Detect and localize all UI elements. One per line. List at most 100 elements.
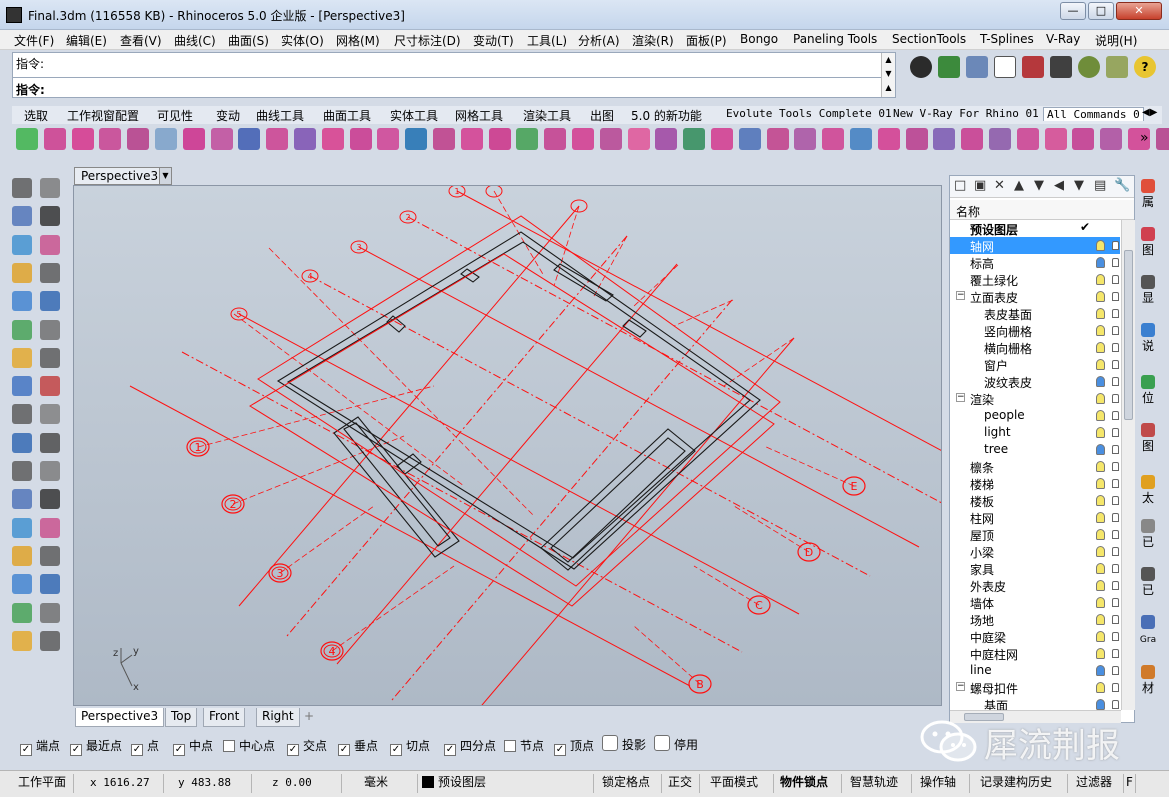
lock-icon[interactable] <box>1112 700 1119 709</box>
toolbar-command-icon[interactable] <box>238 128 261 150</box>
toolbar-tab-11[interactable]: Evolute Tools Complete 01 <box>726 107 892 120</box>
light-bulb-icon[interactable] <box>1096 376 1105 387</box>
side-tab[interactable]: 说 <box>1136 323 1160 353</box>
collapse-icon[interactable]: − <box>956 682 965 691</box>
render-icon[interactable] <box>1078 56 1100 78</box>
side-tab[interactable]: 显 <box>1136 275 1160 305</box>
light-bulb-icon[interactable] <box>1096 274 1105 285</box>
snap-checkbox[interactable]: ✓ <box>173 744 185 756</box>
snap-toggle[interactable]: 投影 <box>602 735 646 753</box>
point-on-icon[interactable] <box>12 489 32 510</box>
move-up-icon[interactable]: ▲ <box>1014 178 1024 193</box>
toolbar-tab-13[interactable]: All Commands 0 <box>1043 107 1144 121</box>
light-bulb-icon[interactable] <box>1096 699 1105 710</box>
snap-option[interactable]: ✓ 顶点 <box>554 737 594 756</box>
collapse-icon[interactable]: − <box>956 393 965 402</box>
curve-icon[interactable] <box>40 206 60 227</box>
snap-checkbox[interactable]: ✓ <box>131 744 143 756</box>
delete-layer-icon[interactable]: ✕ <box>994 178 1005 193</box>
light-bulb-icon[interactable] <box>1096 342 1105 353</box>
toolbar-command-icon[interactable] <box>1155 128 1169 150</box>
command-scrollbar[interactable]: ▲ ▼ ▲ <box>881 53 895 97</box>
lock-icon[interactable] <box>1112 445 1119 454</box>
menu-item-7[interactable]: 尺寸标注(D) <box>394 32 461 49</box>
toggle-checkbox[interactable] <box>654 735 670 751</box>
toolbar-command-icon[interactable] <box>99 128 122 150</box>
layer-icon[interactable] <box>938 56 960 78</box>
lock-icon[interactable] <box>1112 496 1119 505</box>
toolbar-command-icon[interactable] <box>210 128 233 150</box>
toolbar-command-icon[interactable] <box>488 128 511 150</box>
toolbar-command-icon[interactable] <box>683 128 706 150</box>
snap-option[interactable]: ✓ 点 <box>131 737 159 756</box>
menu-item-8[interactable]: 变动(T) <box>473 32 514 49</box>
snap-checkbox[interactable]: ✓ <box>338 744 350 756</box>
toolbar-tab-3[interactable]: 变动 <box>216 107 240 124</box>
light-bulb-icon[interactable] <box>1096 665 1105 676</box>
tools-icon[interactable]: 🔧 <box>1114 178 1130 193</box>
light-bulb-icon[interactable] <box>1096 427 1105 438</box>
toggle-checkbox[interactable] <box>602 735 618 751</box>
snap-option[interactable]: ✓ 中点 <box>173 737 213 756</box>
side-tab[interactable]: 材 <box>1136 665 1160 695</box>
layer-row[interactable]: people <box>950 407 1120 424</box>
light-bulb-icon[interactable] <box>1096 563 1105 574</box>
menu-item-1[interactable]: 编辑(E) <box>66 32 107 49</box>
lock-icon[interactable] <box>1112 241 1119 250</box>
toolbar-tab-10[interactable]: 5.0 的新功能 <box>631 107 702 124</box>
light-bulb-icon[interactable] <box>1096 682 1105 693</box>
lock-icon[interactable] <box>1112 428 1119 437</box>
layer-row[interactable]: 楼梯 <box>950 475 1120 492</box>
status-cplane[interactable]: 工作平面 <box>0 774 74 793</box>
layer-row[interactable]: 小梁 <box>950 543 1120 560</box>
toolbar-command-icon[interactable] <box>16 128 38 150</box>
side-tab[interactable]: Gra <box>1136 615 1160 647</box>
text-icon[interactable] <box>12 517 32 538</box>
minimize-button[interactable]: — <box>1060 2 1086 20</box>
menu-item-17[interactable]: V-Ray <box>1046 32 1080 46</box>
snap-option[interactable]: ✓ 垂点 <box>338 737 378 756</box>
snap-checkbox[interactable] <box>223 740 235 752</box>
layer-row[interactable]: 表皮基面 <box>950 305 1120 322</box>
lock-icon[interactable] <box>1112 275 1119 284</box>
light-bulb-icon[interactable] <box>1096 410 1105 421</box>
toolbar-command-icon[interactable] <box>738 128 761 150</box>
lock-icon[interactable] <box>1112 615 1119 624</box>
toolbar-command-icon[interactable] <box>961 128 984 150</box>
menu-item-2[interactable]: 查看(V) <box>120 32 162 49</box>
menu-item-13[interactable]: Bongo <box>740 32 778 46</box>
viewport-title-tab[interactable]: Perspective3 ▼ <box>74 167 172 185</box>
snap-checkbox[interactable] <box>504 740 516 752</box>
toolbar-command-icon[interactable] <box>155 128 177 150</box>
toolbar-command-icon[interactable] <box>850 128 872 150</box>
status-grid-snap[interactable]: 锁定格点 <box>594 774 662 793</box>
menu-item-9[interactable]: 工具(L) <box>527 32 567 49</box>
toolbar-command-icon[interactable] <box>1044 128 1067 150</box>
status-layer[interactable]: 预设图层 <box>418 774 594 793</box>
select-icon[interactable] <box>12 178 32 198</box>
layer-row[interactable]: − 渲染 <box>950 390 1120 407</box>
toolbar-command-icon[interactable] <box>544 128 567 150</box>
ellipse-icon[interactable] <box>40 234 60 255</box>
layer-row[interactable]: 场地 <box>950 611 1120 628</box>
snap-option[interactable]: ✓ 交点 <box>287 737 327 756</box>
check-icon[interactable] <box>40 602 60 623</box>
layer-row[interactable]: 柱网 <box>950 509 1120 526</box>
light-bulb-icon[interactable] <box>1096 648 1105 659</box>
block-icon[interactable] <box>40 461 60 481</box>
extrude-icon[interactable] <box>12 376 32 397</box>
loft-icon[interactable] <box>40 319 60 340</box>
light-icon[interactable] <box>40 630 60 651</box>
side-tab[interactable]: 太 <box>1136 475 1160 505</box>
layer-row[interactable]: line <box>950 662 1120 679</box>
color-icon[interactable] <box>1022 56 1044 78</box>
layer-row[interactable]: 外表皮 <box>950 577 1120 594</box>
toolbar-command-icon[interactable] <box>321 128 344 150</box>
lock-icon[interactable] <box>1112 666 1119 675</box>
toolbar-overflow-icon[interactable]: » <box>1140 130 1149 146</box>
toolbar-command-icon[interactable] <box>655 128 678 150</box>
layer-row[interactable]: 标高 <box>950 254 1120 271</box>
snap-toggle[interactable]: 停用 <box>654 735 698 753</box>
toolbar-command-icon[interactable] <box>766 128 789 150</box>
viewport-tab-perspective3[interactable]: Perspective3 <box>75 708 165 727</box>
